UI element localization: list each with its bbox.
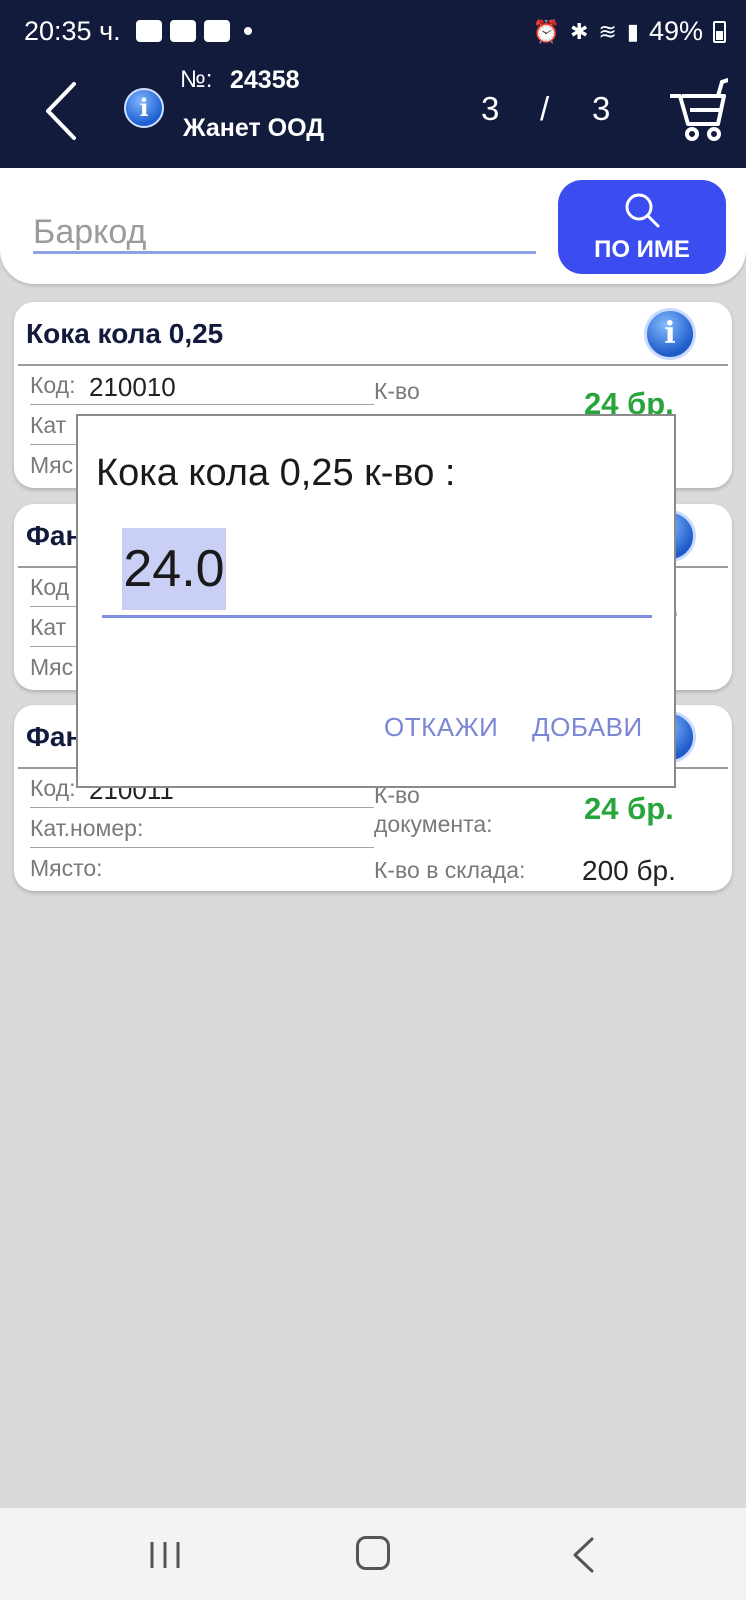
app-header: 20:35 ч. ⏰ ✱ ≋ ▮ 49% i №: 24358 Жанет ОО… [0, 0, 746, 168]
document-number-label: №: [180, 66, 213, 93]
cat-number-label: Кат [30, 614, 67, 640]
page-current: 3 [481, 90, 500, 127]
qty-doc-label: К-во документа: [374, 782, 493, 837]
cancel-button[interactable]: ОТКАЖИ [384, 712, 498, 743]
cart-icon[interactable] [668, 78, 728, 142]
notification-icons [136, 20, 252, 42]
search-by-name-button[interactable]: ПО ИМЕ [558, 180, 726, 274]
place-label: Мяс [30, 654, 74, 680]
document-info-icon[interactable]: i [124, 88, 164, 128]
code-label: Код: [30, 372, 76, 398]
code-label: Код: [30, 775, 76, 801]
code-label: Код [30, 574, 70, 600]
qty-stock: 200 бр. [582, 855, 676, 886]
product-name: Фан [26, 721, 83, 752]
document-number: 24358 [230, 66, 300, 94]
cat-number-label: Кат [30, 412, 67, 438]
wifi-icon: ≋ [598, 18, 617, 44]
status-bar: 20:35 ч. ⏰ ✱ ≋ ▮ 49% [0, 0, 746, 64]
product-name: Кока кола 0,25 [26, 318, 224, 349]
status-time: 20:35 ч. [24, 16, 121, 46]
row-divider [30, 847, 374, 848]
search-icon [625, 193, 660, 228]
qty-stock-label: К-во в склада: [374, 857, 526, 883]
quantity-dialog: Кока кола 0,25 к-во : 24.0 ОТКАЖИ ДОБАВИ [76, 414, 676, 788]
quantity-value[interactable]: 24.0 [122, 528, 226, 610]
barcode-input[interactable] [33, 214, 536, 254]
search-panel: ПО ИМЕ [0, 168, 746, 284]
nav-home-icon[interactable] [356, 1536, 390, 1570]
qty-doc-label: К-во [374, 378, 420, 404]
page-separator: / [540, 90, 550, 127]
youtube-notification-icon [170, 20, 196, 42]
product-info-icon[interactable]: i [644, 308, 696, 360]
more-notifications-dot-icon [244, 27, 252, 35]
gallery-notification-icon [136, 20, 162, 42]
product-name: Фан [26, 520, 83, 551]
status-right: ⏰ ✱ ≋ ▮ 49% [533, 16, 726, 47]
add-button[interactable]: ДОБАВИ [532, 712, 643, 743]
row-divider [30, 807, 374, 808]
battery-icon [713, 20, 726, 43]
qty-document: 24 бр. [584, 791, 674, 826]
search-by-name-label: ПО ИМЕ [594, 236, 690, 263]
cat-number-label: Кат.номер: [30, 815, 144, 841]
nav-recents-icon[interactable] [148, 1540, 182, 1570]
signal-icon: ▮ [626, 18, 639, 44]
page-total: 3 [592, 90, 611, 127]
row-divider [30, 404, 374, 405]
card-divider [18, 364, 728, 366]
dialog-title: Кока кола 0,25 к-во : [96, 452, 456, 494]
company-name: Жанет ООД [183, 114, 325, 142]
system-nav-bar [0, 1508, 746, 1600]
code-value: 210010 [89, 372, 176, 402]
alarm-icon: ⏰ [532, 18, 560, 44]
quantity-input[interactable]: 24.0 [102, 520, 652, 618]
place-label: Мяс [30, 452, 74, 478]
youtube-notification-icon-2 [204, 20, 230, 42]
place-label: Място: [30, 855, 103, 881]
bluetooth-icon: ✱ [569, 18, 589, 44]
back-arrow-icon[interactable] [40, 76, 90, 146]
battery-percent: 49% [648, 16, 703, 46]
nav-back-icon[interactable] [570, 1536, 596, 1574]
input-underline [102, 615, 652, 618]
